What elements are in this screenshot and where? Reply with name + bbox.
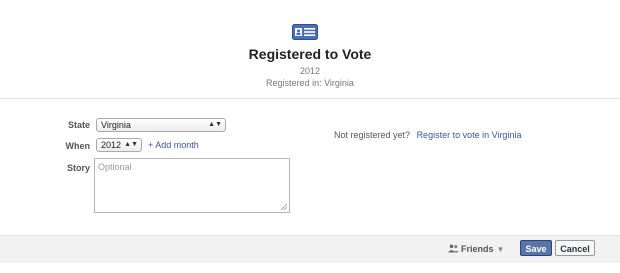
audience-label: Friends [461,244,494,254]
year-select[interactable]: 2012 ▲▼ [96,138,142,152]
story-placeholder: Optional [98,162,132,172]
friends-icon [448,244,459,253]
not-registered-prompt: Not registered yet? Register to vote in … [334,130,521,140]
chevron-down-icon: ▼ [496,245,505,254]
audience-selector[interactable]: Friends ▼ [448,244,504,254]
event-year: 2012 [299,66,321,76]
footer-bar: Friends ▼ Save Cancel [0,235,620,263]
save-button[interactable]: Save [520,240,552,256]
add-month-link[interactable]: + Add month [148,140,199,150]
year-select-value: 2012 [101,140,122,150]
event-header: Registered to Vote 2012 Registered in: V… [0,0,620,100]
voter-card-icon [292,24,318,40]
when-label: When [65,141,91,151]
not-registered-text: Not registered yet? [334,130,411,140]
state-label: State [67,120,90,130]
state-select[interactable]: Virginia ▲▼ [96,118,226,132]
event-location: Registered in: Virginia [266,78,354,88]
select-arrows-icon: ▲▼ [208,121,222,128]
state-select-value: Virginia [101,120,131,130]
story-label: Story [66,163,90,173]
resize-grip-icon[interactable] [281,204,287,210]
event-title: Registered to Vote [248,46,372,62]
cancel-button[interactable]: Cancel [555,240,595,256]
story-textarea[interactable]: Optional [94,158,290,213]
register-to-vote-link[interactable]: Register to vote in Virginia [417,130,522,140]
select-arrows-icon: ▲▼ [124,141,138,148]
header-divider [0,98,620,99]
